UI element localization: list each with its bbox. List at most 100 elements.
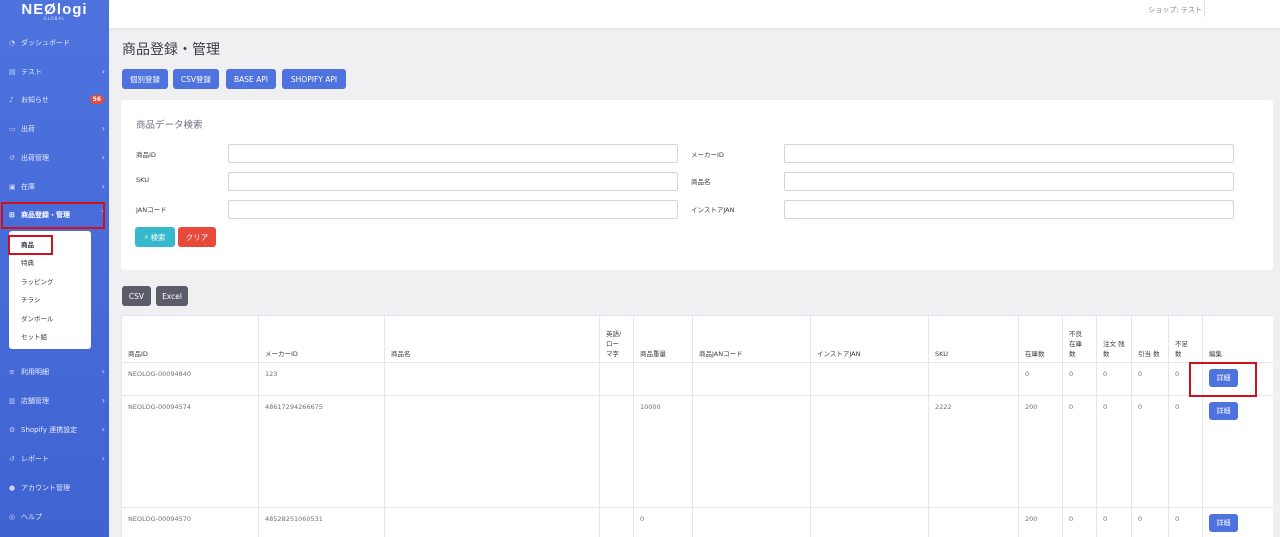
column-header: インストアJAN	[810, 315, 929, 363]
csv-export-button[interactable]: CSV	[122, 286, 151, 306]
column-header: メーカーID	[258, 315, 385, 363]
cell-order-remaining: 0	[1096, 507, 1132, 537]
product-id-input[interactable]	[228, 144, 678, 163]
submenu-item-wrapping[interactable]: ラッピング	[21, 276, 54, 286]
cell-maker-id: 48617294266675	[258, 395, 385, 508]
topbar-divider	[1204, 0, 1205, 17]
sidebar-item-report[interactable]: ↺ レポート ›	[0, 449, 109, 469]
cell-order-remaining: 0	[1096, 362, 1132, 396]
undo-icon: ↺	[9, 454, 15, 463]
bell-icon: ♪	[9, 95, 14, 104]
detail-button[interactable]: 詳細	[1209, 514, 1238, 532]
cell-stock: 200	[1018, 395, 1063, 508]
sidebar-item-store[interactable]: ▥ 店舗管理 ›	[0, 391, 109, 411]
sidebar-item-usage[interactable]: ≡ 利用明細 ›	[0, 362, 109, 382]
product-name-input[interactable]	[784, 172, 1234, 191]
sidebar-item-test[interactable]: ▤ テスト ›	[0, 62, 109, 82]
table-row: NEOLOG-00094574 48617294266675 10000 222…	[121, 395, 1273, 508]
gear-icon: ⚙	[9, 425, 16, 434]
search-icon: ⌕	[144, 232, 149, 241]
search-button[interactable]: ⌕ 検索	[135, 227, 175, 247]
sidebar-item-help[interactable]: ◎ ヘルプ	[0, 507, 109, 527]
cell-maker-id: 48528251060531	[258, 507, 385, 537]
instore-jan-label: インストアJAN	[691, 206, 735, 214]
cell-sku: 2222	[928, 395, 1019, 508]
sidebar-item-dashboard[interactable]: ◔ ダッシュボード	[0, 33, 109, 53]
topbar: ショップ: テスト	[109, 0, 1280, 28]
submenu-item-bonus[interactable]: 特典	[21, 257, 34, 267]
truck-icon: ▭	[9, 124, 16, 133]
shop-name[interactable]: ショップ: テスト	[1148, 5, 1202, 15]
sidebar-item-label: アカウント管理	[21, 484, 70, 492]
column-header: 引当 数	[1131, 315, 1169, 363]
jan-code-input[interactable]	[228, 200, 678, 219]
cell-product-id: NEOLOG-00094840	[121, 362, 259, 396]
chevron-right-icon: ›	[101, 425, 105, 434]
sidebar-item-label: レポート	[21, 455, 49, 463]
clear-button[interactable]: クリア	[178, 227, 216, 247]
submenu-item-flyer[interactable]: チラシ	[21, 294, 40, 304]
sidebar-item-news[interactable]: ♪ お知らせ 56	[0, 90, 109, 110]
sidebar-item-inventory[interactable]: ▣ 在庫 ›	[0, 177, 109, 197]
chevron-right-icon: ›	[101, 454, 105, 463]
cell-sku	[928, 362, 1019, 396]
column-header: 商品名	[384, 315, 600, 363]
cell-stock: 200	[1018, 507, 1063, 537]
cell-edit: 詳細	[1202, 507, 1273, 537]
individual-register-button[interactable]: 個別登録	[122, 69, 168, 89]
cell-maker-id: 123	[258, 362, 385, 396]
cell-product-name	[384, 362, 600, 396]
excel-export-button[interactable]: Excel	[156, 286, 188, 306]
detail-button[interactable]: 詳細	[1209, 402, 1238, 420]
help-icon: ◎	[9, 512, 16, 521]
table-header-row: 商品ID メーカーID 商品名 英語/ロー マ字 商品重量 商品JANコード イ…	[121, 315, 1273, 363]
product-name-label: 商品名	[691, 178, 711, 186]
highlight-box	[8, 235, 53, 255]
cell-romaji	[599, 507, 634, 537]
column-header: 商品JANコード	[692, 315, 811, 363]
cell-jan	[692, 395, 811, 508]
cell-romaji	[599, 395, 634, 508]
sidebar-item-account[interactable]: ● アカウント管理	[0, 478, 109, 498]
maker-id-input[interactable]	[784, 144, 1234, 163]
table-icon: ▤	[9, 67, 16, 76]
shopify-api-button[interactable]: SHOPIFY API	[282, 69, 346, 89]
receipt-icon: ≡	[9, 367, 15, 376]
base-api-button[interactable]: BASE API	[226, 69, 276, 89]
sidebar-item-label: ヘルプ	[21, 513, 42, 521]
store-icon: ▥	[9, 396, 16, 405]
brand-sub: GLOBAL	[43, 16, 66, 21]
column-header: 注文 残数	[1096, 315, 1132, 363]
sidebar-item-shipping-management[interactable]: ↺ 出荷管理 ›	[0, 148, 109, 168]
chevron-right-icon: ›	[101, 67, 105, 76]
maker-id-label: メーカーID	[691, 151, 724, 159]
cell-order-remaining: 0	[1096, 395, 1132, 508]
cell-shortage: 0	[1168, 507, 1203, 537]
chevron-right-icon: ›	[101, 367, 105, 376]
search-card-title: 商品データ検索	[136, 120, 203, 131]
sku-input[interactable]	[228, 172, 678, 191]
chevron-right-icon: ›	[101, 182, 105, 191]
warehouse-icon: ▣	[9, 182, 16, 191]
dashboard-icon: ◔	[9, 38, 16, 47]
csv-register-button[interactable]: CSV登録	[173, 69, 219, 89]
sidebar-item-shipping[interactable]: ▭ 出荷 ›	[0, 119, 109, 139]
sku-label: SKU	[136, 176, 149, 184]
submenu-item-set[interactable]: セット組	[21, 331, 47, 341]
chevron-right-icon: ›	[101, 124, 105, 133]
cell-weight: 10000	[633, 395, 693, 508]
jan-code-label: JANコード	[136, 206, 167, 214]
brand-logo[interactable]: NEØlogi GLOBAL	[0, 0, 109, 28]
sidebar-item-shopify[interactable]: ⚙ Shopify 連携設定 ›	[0, 420, 109, 440]
highlight-box	[1, 202, 105, 229]
instore-jan-input[interactable]	[784, 200, 1234, 219]
user-icon: ●	[9, 483, 16, 492]
cell-weight: 0	[633, 507, 693, 537]
undo-icon: ↺	[9, 153, 15, 162]
cell-defective: 0	[1062, 362, 1097, 396]
column-header: 商品重量	[633, 315, 693, 363]
product-table-card: 商品ID メーカーID 商品名 英語/ロー マ字 商品重量 商品JANコード イ…	[121, 315, 1273, 537]
submenu-item-cardboard[interactable]: ダンボール	[21, 313, 54, 323]
cell-stock: 0	[1018, 362, 1063, 396]
product-table: 商品ID メーカーID 商品名 英語/ロー マ字 商品重量 商品JANコード イ…	[121, 315, 1273, 537]
